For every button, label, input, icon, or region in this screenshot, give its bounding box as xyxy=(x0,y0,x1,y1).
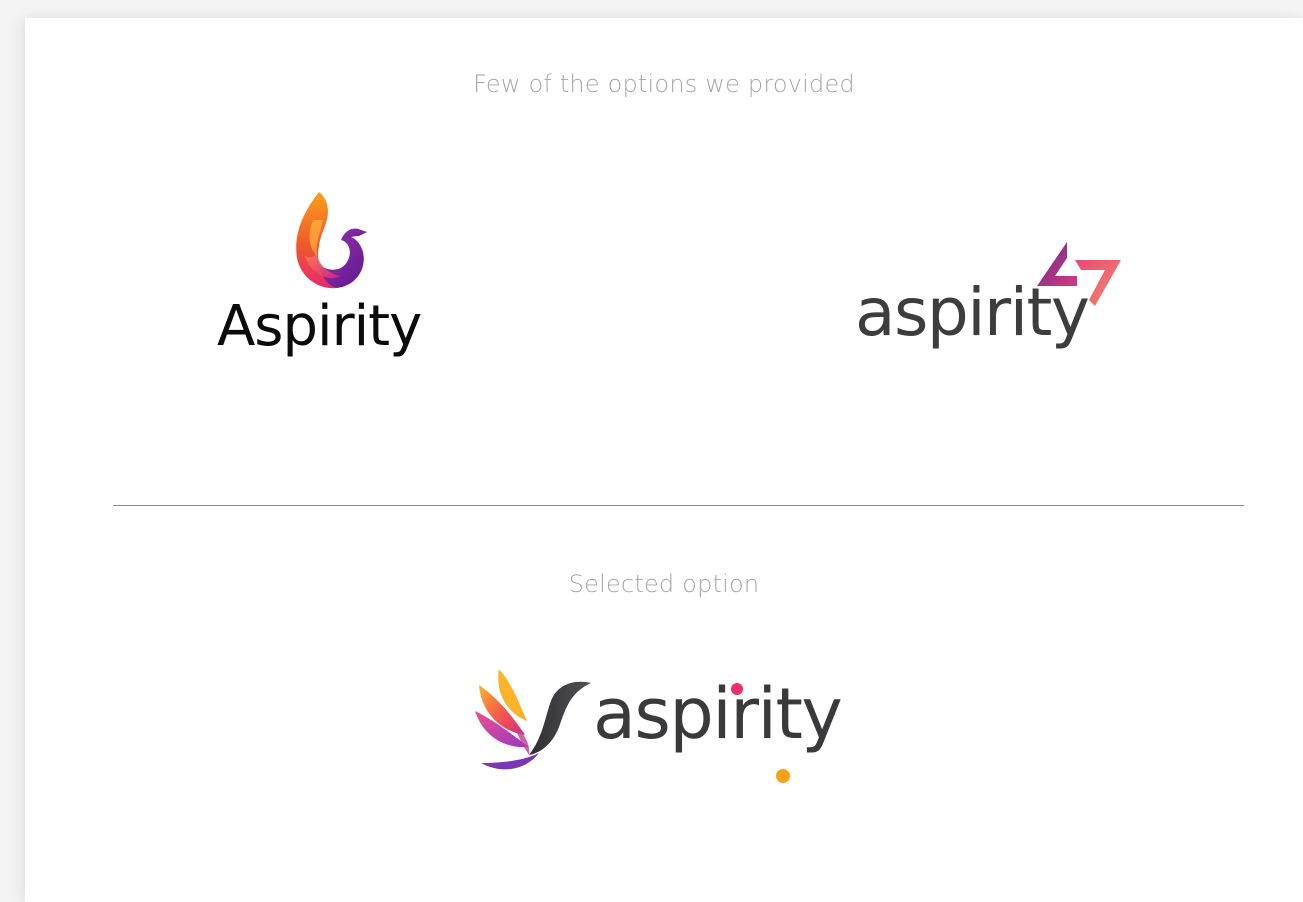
logo-option-1: Aspirity xyxy=(217,190,437,368)
phoenix-flame-icon xyxy=(296,192,367,289)
logo-wordmark-1: Aspirity xyxy=(217,294,422,359)
section-divider xyxy=(113,505,1244,506)
selected-heading: Selected option xyxy=(568,570,760,598)
logo-selected: aspirity xyxy=(473,663,883,788)
accent-dot-orange xyxy=(776,769,790,783)
logo-wordmark-selected: aspirity xyxy=(593,673,843,755)
logo-option-2: aspirity xyxy=(855,240,1125,360)
logo-wordmark-2: aspirity xyxy=(855,274,1090,351)
accent-dot-pink xyxy=(731,683,743,695)
bird-wing-icon xyxy=(475,669,591,770)
presentation-card: Few of the options we provided Aspirity … xyxy=(25,18,1303,902)
options-heading: Few of the options we provided xyxy=(473,70,855,98)
